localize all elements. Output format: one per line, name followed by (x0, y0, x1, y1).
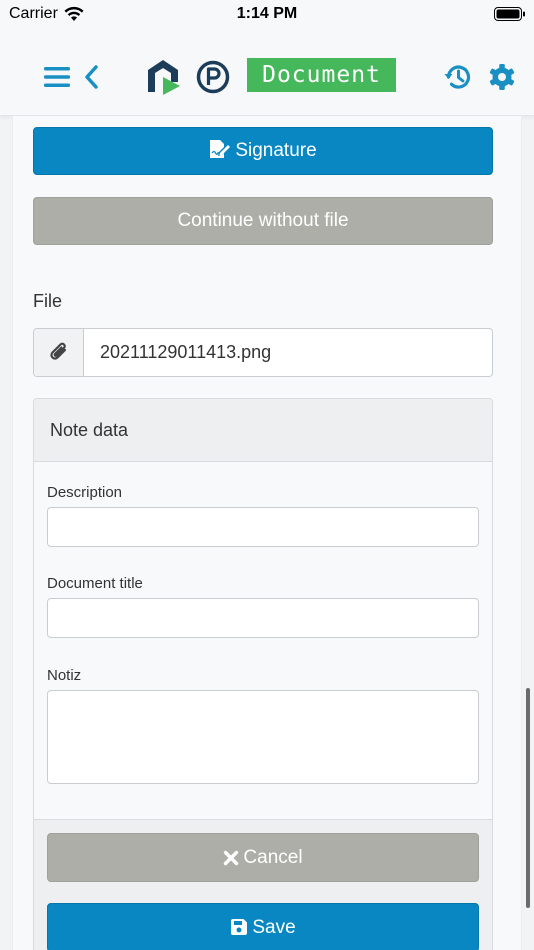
description-label: Description (47, 484, 123, 501)
chevron-left-icon[interactable] (82, 64, 100, 90)
clock-time: 1:14 PM (236, 5, 298, 22)
gear-icon[interactable] (488, 62, 516, 92)
selected-file-name: 20211129011413.png (100, 342, 272, 362)
note-data-footer: Cancel Save (34, 819, 492, 950)
signature-button[interactable]: Signature (33, 127, 493, 175)
vertical-scrollbar[interactable] (526, 688, 530, 908)
notiz-textarea[interactable] (47, 690, 479, 784)
app-logo-icon (148, 60, 180, 95)
file-input-group[interactable]: 20211129011413.png (33, 328, 493, 377)
page-title-badge: Document (247, 58, 396, 92)
description-input[interactable] (47, 507, 479, 547)
signature-icon (210, 140, 231, 158)
signature-label: Signature (235, 140, 317, 161)
document-title-input[interactable] (47, 598, 479, 638)
status-bar: Carrier 1:14 PM (0, 0, 534, 30)
notiz-label: Notiz (47, 667, 82, 684)
note-data-header: Note data (34, 399, 492, 462)
save-button[interactable]: Save (47, 903, 479, 950)
battery-icon (494, 7, 525, 21)
note-data-title: Note data (50, 420, 129, 440)
cancel-button[interactable]: Cancel (47, 833, 479, 882)
floppy-disk-icon (231, 919, 248, 935)
continue-without-file-button[interactable]: Continue without file (33, 197, 493, 245)
cancel-label: Cancel (243, 847, 303, 868)
menu-icon[interactable] (44, 66, 70, 88)
document-title-label: Document title (47, 575, 143, 592)
navigation-bar: Document (0, 30, 534, 116)
paperclip-icon (50, 342, 67, 360)
history-icon[interactable] (443, 62, 473, 92)
document-form: Signature Continue without file File 202… (12, 116, 522, 950)
file-label: File (33, 291, 63, 311)
note-data-card: Note data Description Document title Not… (33, 398, 493, 950)
file-attachment-addon[interactable] (34, 329, 84, 376)
parking-p-icon (196, 60, 230, 94)
close-icon (224, 850, 239, 866)
save-label: Save (252, 917, 296, 938)
